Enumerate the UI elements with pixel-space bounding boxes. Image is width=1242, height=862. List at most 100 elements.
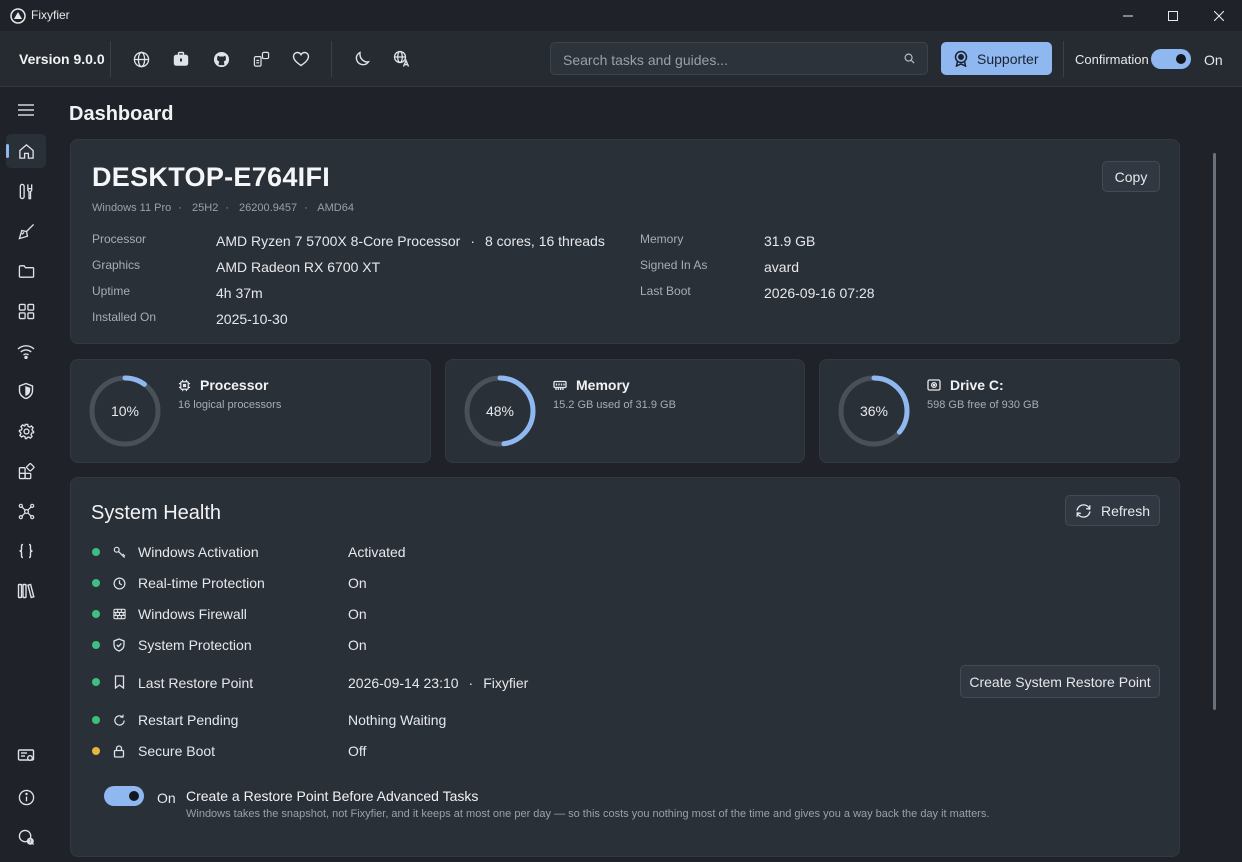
sidebar-item-features[interactable] bbox=[6, 454, 46, 488]
discord-icon[interactable] bbox=[252, 50, 270, 68]
secure-boot-value: Off bbox=[348, 743, 367, 759]
menu-toggle-button[interactable] bbox=[6, 93, 46, 127]
toolbox-icon[interactable] bbox=[172, 50, 190, 68]
toolbar-divider bbox=[1063, 41, 1064, 77]
restart-icon bbox=[112, 713, 126, 727]
tools-icon bbox=[19, 183, 33, 199]
sidebar-item-services[interactable] bbox=[6, 494, 46, 528]
version-label: Version 9.0.0 bbox=[19, 51, 105, 67]
restore-before-advanced-toggle[interactable] bbox=[104, 786, 144, 806]
system-protection-label: System Protection bbox=[138, 637, 252, 653]
status-dot bbox=[92, 716, 100, 724]
memory-stat-label: Memory bbox=[576, 377, 630, 393]
signed-in-value: avard bbox=[764, 259, 800, 275]
confirmation-state: On bbox=[1204, 52, 1223, 68]
confirmation-toggle[interactable] bbox=[1151, 49, 1191, 69]
system-health-card: System Health Refresh Windows Activation… bbox=[70, 477, 1180, 857]
drive-stat-subtitle: 598 GB free of 930 GB bbox=[927, 399, 1039, 411]
restore-toggle-state: On bbox=[157, 790, 176, 806]
sidebar-item-license[interactable] bbox=[6, 739, 46, 773]
firewall-label: Windows Firewall bbox=[138, 606, 247, 622]
sidebar-item-library[interactable] bbox=[6, 574, 46, 608]
maximize-button[interactable] bbox=[1150, 0, 1196, 31]
github-icon[interactable] bbox=[212, 50, 230, 68]
status-dot bbox=[92, 678, 100, 686]
realtime-protection-value: On bbox=[348, 575, 367, 591]
wifi-icon bbox=[17, 344, 35, 359]
processor-label: Processor bbox=[92, 232, 147, 246]
sidebar-item-help[interactable]: ? bbox=[6, 820, 46, 854]
scrollbar[interactable] bbox=[1213, 153, 1216, 710]
minimize-button[interactable] bbox=[1105, 0, 1151, 31]
status-dot bbox=[92, 747, 100, 755]
app-logo-icon bbox=[10, 8, 26, 24]
toggle-knob bbox=[129, 791, 139, 801]
toolbar-divider bbox=[110, 41, 111, 77]
heart-icon[interactable] bbox=[292, 50, 310, 68]
sidebar-item-scripts[interactable] bbox=[6, 534, 46, 568]
sidebar-item-tools[interactable] bbox=[6, 174, 46, 208]
sidebar-item-files[interactable] bbox=[6, 254, 46, 288]
moon-icon[interactable] bbox=[353, 50, 371, 68]
sidebar-item-about[interactable] bbox=[6, 780, 46, 814]
search-input[interactable]: Search tasks and guides... bbox=[563, 52, 728, 68]
sidebar-item-apps[interactable] bbox=[6, 294, 46, 328]
broom-icon bbox=[17, 223, 34, 240]
sidebar-item-security[interactable] bbox=[6, 374, 46, 408]
library-icon bbox=[17, 583, 35, 599]
memory-stat-card: 48% Memory 15.2 GB used of 31.9 GB bbox=[445, 359, 805, 463]
hostname: DESKTOP-E764IFI bbox=[92, 162, 331, 192]
grid-icon bbox=[18, 303, 34, 319]
system-protection-value: On bbox=[348, 637, 367, 653]
installed-label: Installed On bbox=[92, 310, 157, 324]
window-title: Fixyfier bbox=[31, 8, 70, 22]
drive-stat-label: Drive C: bbox=[950, 377, 1004, 393]
status-dot bbox=[92, 641, 100, 649]
braces-icon bbox=[19, 543, 33, 559]
memory-percent: 48% bbox=[485, 403, 515, 419]
os-version: 25H2 bbox=[192, 202, 219, 214]
sidebar-item-dashboard[interactable] bbox=[6, 134, 46, 168]
processor-model: AMD Ryzen 7 5700X 8-Core Processor bbox=[216, 233, 461, 249]
sidebar-item-settings[interactable] bbox=[6, 414, 46, 448]
page-title: Dashboard bbox=[69, 103, 174, 125]
installed-value: 2025-10-30 bbox=[216, 311, 288, 327]
restart-pending-label: Restart Pending bbox=[138, 712, 239, 728]
create-restore-point-button[interactable]: Create System Restore Point bbox=[960, 665, 1160, 698]
refresh-label: Refresh bbox=[1100, 502, 1151, 519]
restore-before-advanced-description: Windows takes the snapshot, not Fixyfier… bbox=[186, 808, 990, 820]
copy-button[interactable]: Copy bbox=[1102, 161, 1160, 192]
activation-value: Activated bbox=[348, 544, 406, 560]
sidebar-item-network[interactable] bbox=[6, 334, 46, 368]
last-boot-label: Last Boot bbox=[640, 284, 691, 298]
translate-icon[interactable] bbox=[393, 50, 411, 68]
os-build: 26200.9457 bbox=[239, 202, 298, 214]
drive-percent: 36% bbox=[859, 403, 889, 419]
refresh-button[interactable]: Refresh bbox=[1065, 495, 1160, 526]
confirmation-label: Confirmation bbox=[1075, 52, 1149, 67]
shield-check-icon bbox=[112, 638, 126, 652]
supporter-button[interactable]: Supporter bbox=[941, 42, 1052, 75]
globe-icon[interactable] bbox=[132, 50, 150, 68]
clock-icon bbox=[112, 576, 126, 590]
puzzle-icon bbox=[18, 462, 35, 479]
close-button[interactable] bbox=[1196, 0, 1242, 31]
search-box[interactable]: Search tasks and guides... bbox=[550, 42, 928, 75]
toolbar: Version 9.0.0 Search tasks and guides...… bbox=[0, 31, 1242, 87]
system-health-title: System Health bbox=[91, 502, 222, 524]
info-icon bbox=[18, 789, 34, 805]
drive-stat-card: 36% Drive C: 598 GB free of 930 GB bbox=[819, 359, 1180, 463]
processor-cores: 8 cores, 16 threads bbox=[485, 233, 605, 249]
toggle-knob bbox=[1176, 54, 1186, 64]
restart-pending-value: Nothing Waiting bbox=[348, 712, 447, 728]
sidebar-item-cleanup[interactable] bbox=[6, 214, 46, 248]
key-icon bbox=[112, 545, 126, 559]
hamburger-icon bbox=[18, 104, 34, 116]
drive-stat-title: Drive C: bbox=[927, 377, 1004, 393]
os-edition: Windows 11 Pro bbox=[92, 202, 172, 214]
search-icon[interactable] bbox=[904, 53, 915, 64]
memory-stat-title: Memory bbox=[553, 377, 630, 393]
uptime-label: Uptime bbox=[92, 284, 131, 298]
lock-icon bbox=[112, 744, 126, 758]
restore-point-label: Last Restore Point bbox=[138, 675, 254, 691]
